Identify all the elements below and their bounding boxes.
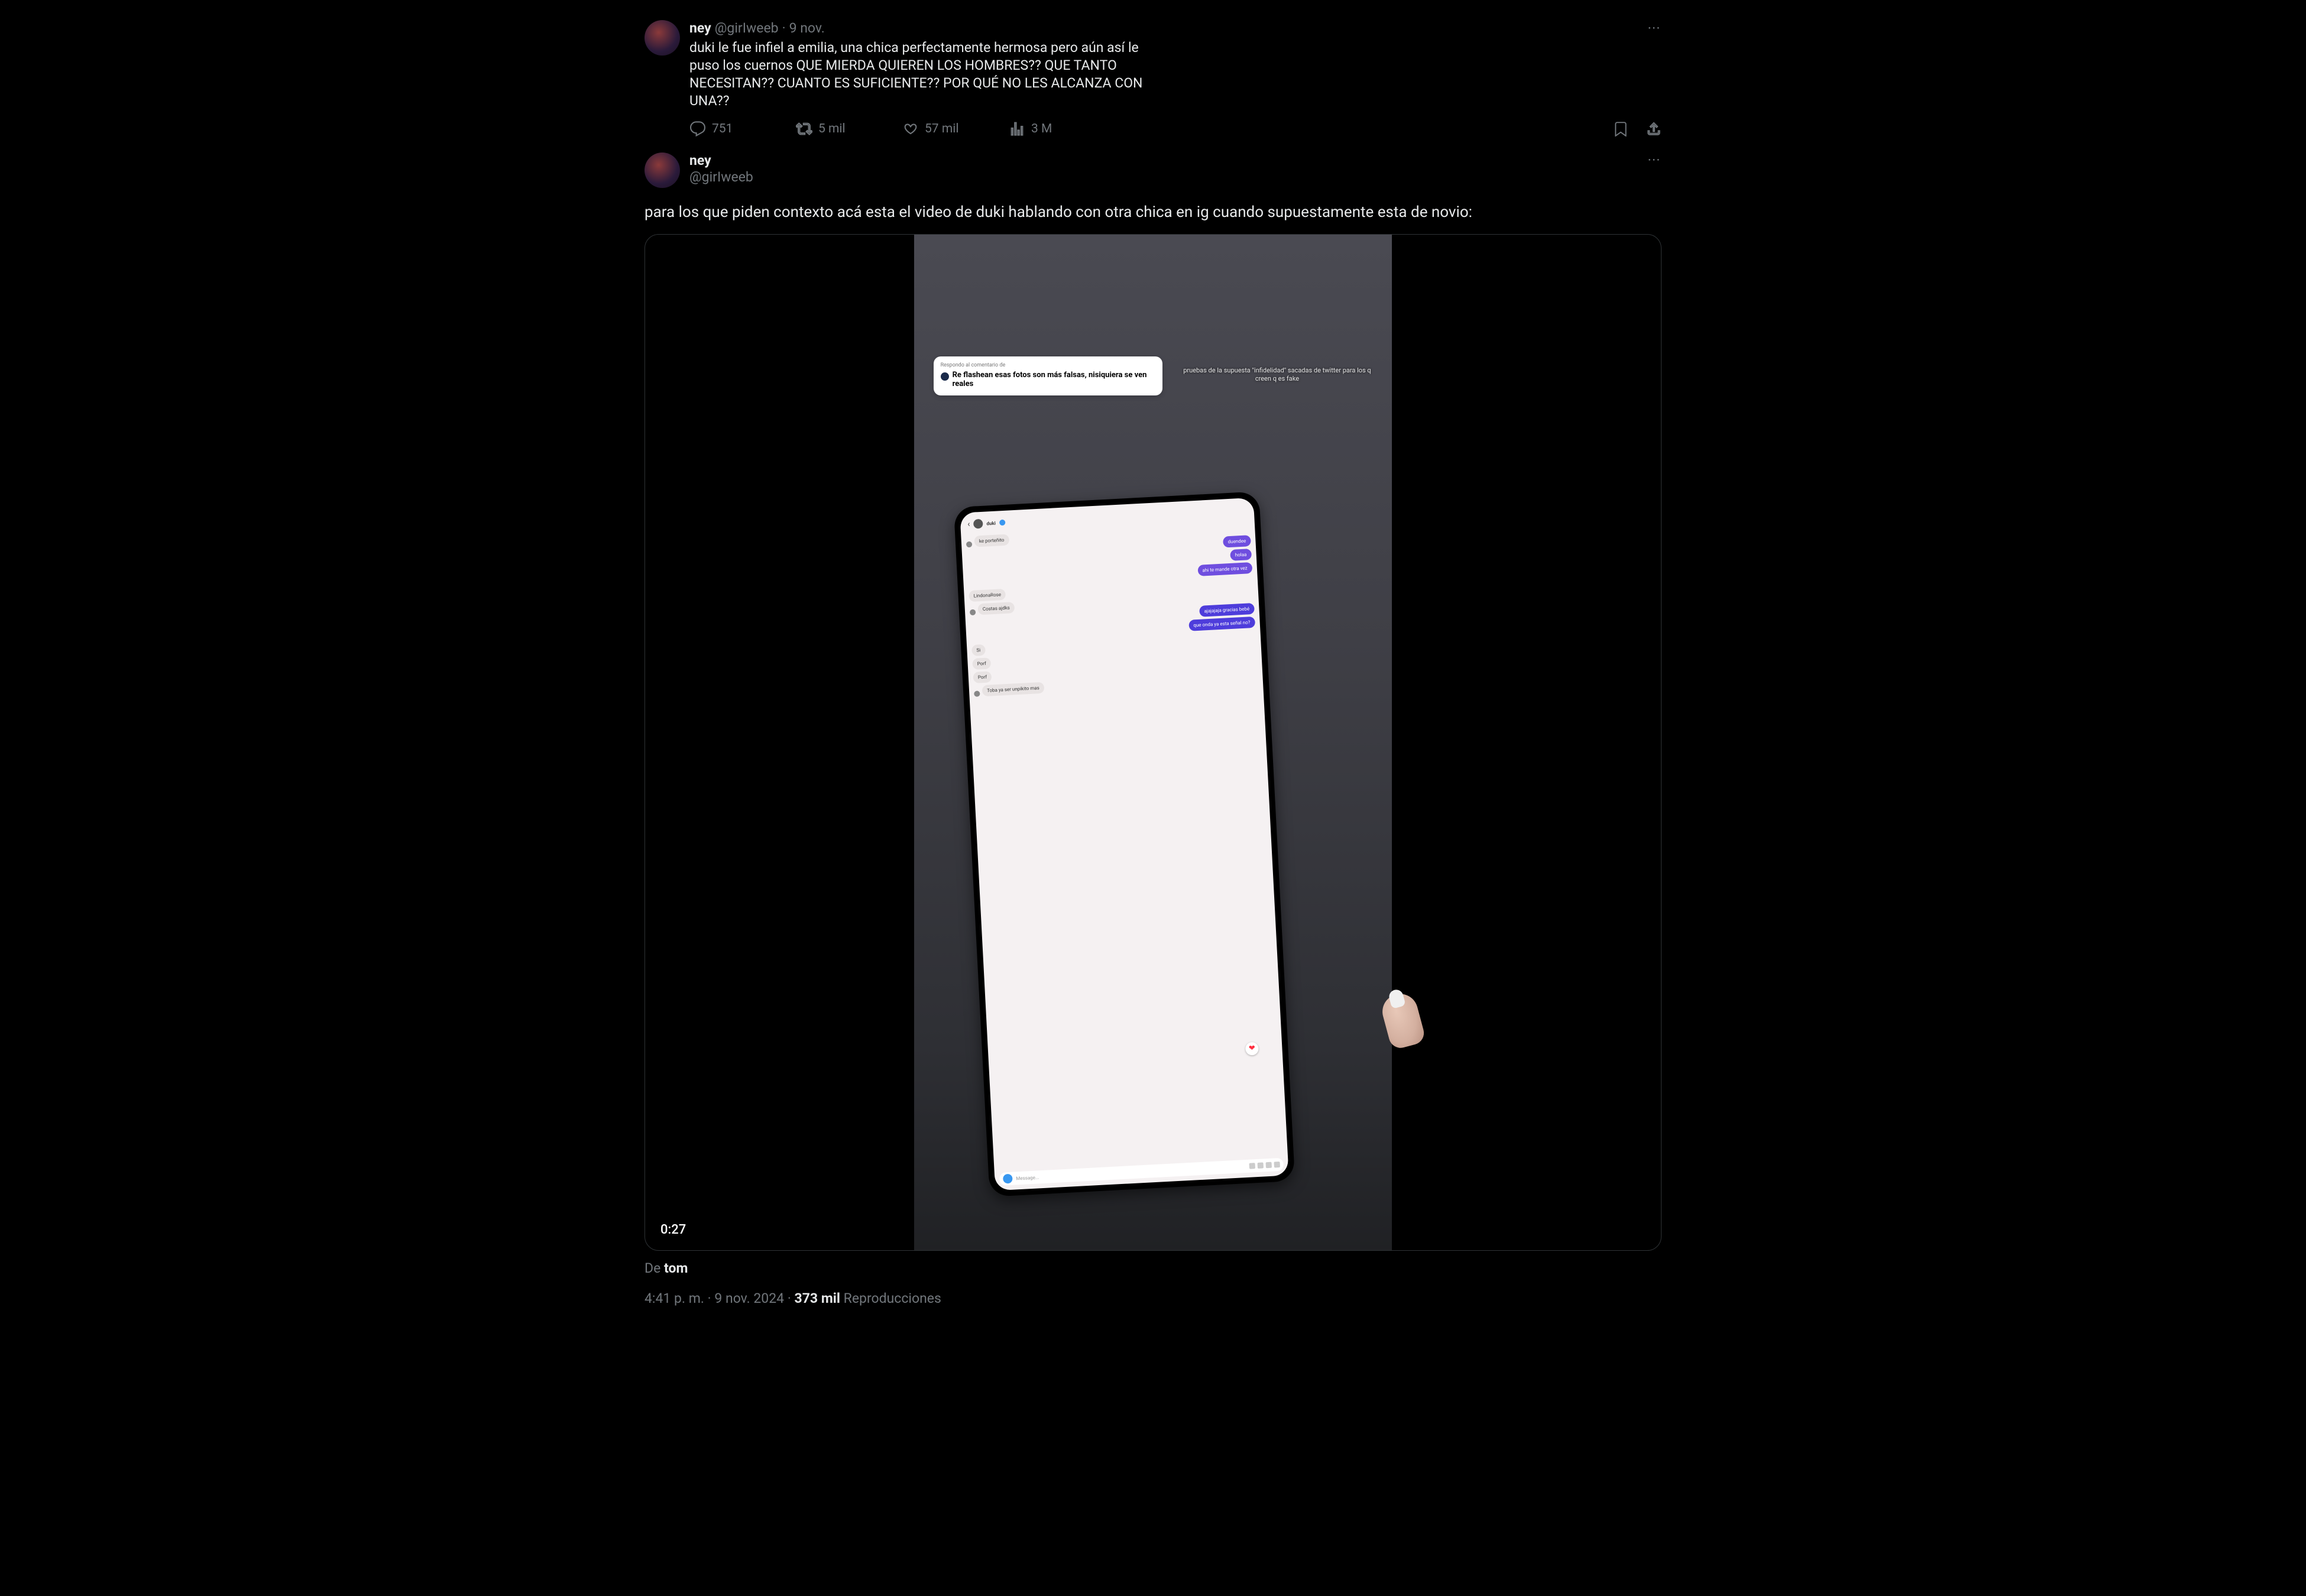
video-caption: pruebas de la supuesta "infidelidad" sac… — [1181, 366, 1372, 383]
heart-reaction-icon: ❤ — [1245, 1042, 1259, 1055]
message-input: Message... — [999, 1158, 1284, 1186]
like-count: 57 mil — [925, 122, 958, 136]
tweet-text: duki le fue infiel a emilia, una chica p… — [689, 39, 1157, 110]
user-handle[interactable]: @girIweeb — [689, 169, 753, 186]
retweet-count: 5 mil — [818, 122, 846, 136]
chat-message: LindonaRose — [969, 589, 1006, 602]
tweet-body: ney @girIweeb · 9 nov. ⋯ duki le fue inf… — [689, 20, 1662, 137]
reply-count: 751 — [712, 122, 733, 136]
contact-avatar — [973, 518, 983, 528]
like-button[interactable]: 57 mil — [902, 121, 1009, 137]
input-placeholder: Message... — [1016, 1163, 1246, 1180]
views-count: 373 mil — [795, 1290, 840, 1306]
hand-thumb — [1379, 990, 1427, 1050]
tweet-metadata: 4:41 p. m. · 9 nov. 2024 · 373 mil Repro… — [644, 1290, 1662, 1306]
chat-message: ke porteñito — [974, 534, 1009, 547]
tweet-thread: ney @girIweeb · 9 nov. ⋯ duki le fue inf… — [644, 18, 1662, 1596]
video-attribution[interactable]: De tom — [644, 1260, 1662, 1276]
display-name[interactable]: ney — [689, 153, 753, 169]
reply-icon — [689, 121, 706, 137]
phone-screen: ‹ duki ke porteñito duendee holaa ahi te… — [960, 497, 1288, 1190]
retweet-button[interactable]: 5 mil — [796, 121, 902, 137]
separator-dot: · — [782, 20, 786, 37]
tweet-date[interactable]: 9 nov. — [789, 20, 825, 37]
phone-mockup: ‹ duki ke porteñito duendee holaa ahi te… — [954, 491, 1295, 1197]
retweet-icon — [796, 121, 812, 137]
user-handle[interactable]: @girIweeb — [715, 20, 779, 37]
chat-message: holaa — [1230, 549, 1252, 561]
main-tweet: ney @girIweeb ⋯ para los que piden conte… — [644, 149, 1662, 1306]
camera-icon — [1003, 1174, 1013, 1184]
view-count: 3 M — [1031, 122, 1052, 136]
tweet-actions: 751 5 mil 57 mil 3 M — [689, 121, 1662, 137]
video-frame: Respondo al comentario de Re flashean es… — [914, 235, 1391, 1250]
views-label: Reproducciones — [844, 1290, 941, 1306]
chat-message: Toba ya ser unpikito mas — [982, 682, 1045, 696]
tiktok-comment-overlay: Respondo al comentario de Re flashean es… — [934, 356, 1163, 395]
contact-name: duki — [986, 520, 996, 526]
reply-button[interactable]: 751 — [689, 121, 796, 137]
chat-message: Porf — [972, 657, 991, 670]
avatar[interactable] — [644, 153, 680, 188]
tweet-header: ney @girIweeb · 9 nov. ⋯ — [689, 20, 1662, 37]
parent-tweet[interactable]: ney @girIweeb · 9 nov. ⋯ duki le fue inf… — [644, 18, 1662, 149]
verified-badge-icon — [999, 519, 1006, 525]
chat-message: ahi te mande otra vez — [1197, 562, 1252, 576]
chat-message: Si — [971, 644, 986, 656]
commenter-avatar — [941, 372, 949, 381]
more-icon[interactable]: ⋯ — [1647, 20, 1662, 37]
analytics-icon — [1009, 121, 1025, 137]
chat-message: Costas ajdks — [978, 602, 1015, 615]
video-media[interactable]: Respondo al comentario de Re flashean es… — [644, 234, 1662, 1251]
back-icon: ‹ — [967, 520, 970, 529]
responding-label: Respondo al comentario de — [941, 362, 1156, 368]
display-name[interactable]: ney — [689, 20, 711, 37]
analytics-button[interactable]: 3 M — [1009, 121, 1109, 137]
chat-message: Porf — [973, 671, 992, 683]
chat-message: que onda ya esta señal no? — [1188, 617, 1255, 631]
tweet-text: para los que piden contexto acá esta el … — [644, 202, 1662, 222]
chat-message: ajajajaja gracias bebé — [1199, 603, 1255, 617]
more-icon[interactable]: ⋯ — [1647, 153, 1662, 167]
chat-message: duendee — [1223, 535, 1251, 547]
timestamp[interactable]: 4:41 p. m. · 9 nov. 2024 — [644, 1290, 784, 1306]
share-icon[interactable] — [1646, 121, 1662, 137]
bookmark-icon[interactable] — [1613, 121, 1628, 137]
avatar[interactable] — [644, 20, 680, 56]
tweet-header: ney @girIweeb ⋯ — [644, 153, 1662, 188]
video-duration: 0:27 — [660, 1222, 686, 1237]
comment-text: Re flashean esas fotos son más falsas, n… — [953, 371, 1156, 388]
heart-icon — [902, 121, 919, 137]
